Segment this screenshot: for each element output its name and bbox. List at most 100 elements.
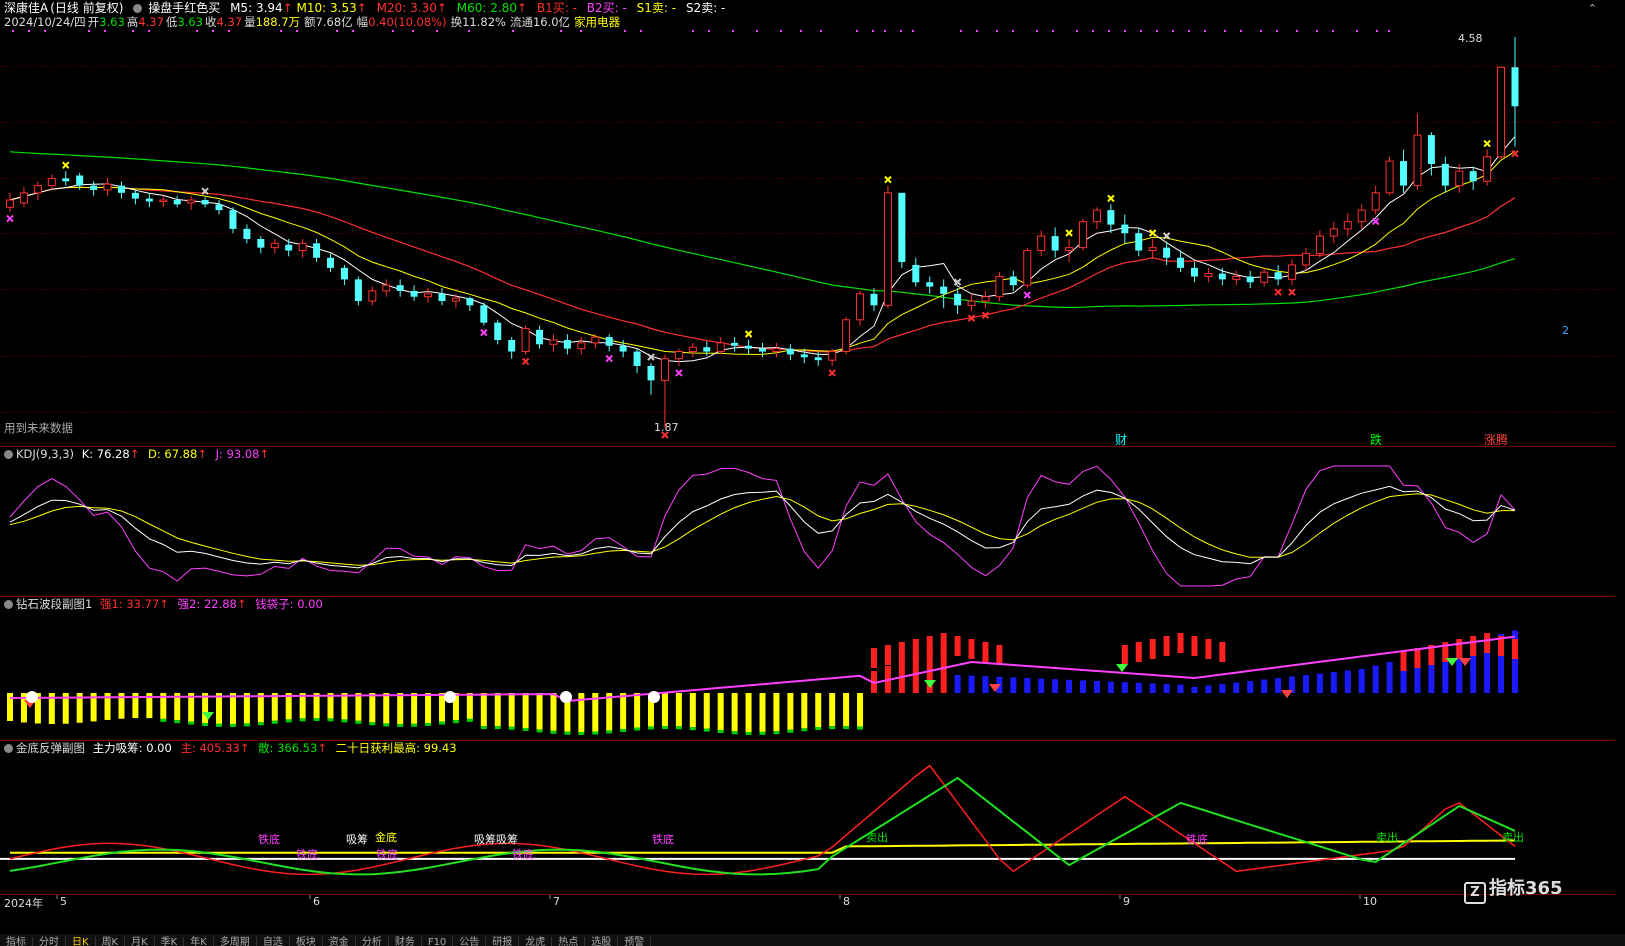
candle [1009, 270, 1017, 291]
retail-line [9, 776, 1516, 876]
candle [731, 337, 739, 352]
candle [354, 276, 362, 306]
bottom-tab-19[interactable]: 预警 [618, 937, 652, 946]
band-bar [216, 693, 223, 724]
signal-x-mark-icon [1107, 194, 1115, 203]
ma60-line [9, 151, 1516, 309]
band-bar [1163, 684, 1170, 693]
band-bar [745, 693, 752, 732]
candle [772, 342, 781, 358]
band-bar [1052, 679, 1059, 693]
bottom-tab-10[interactable]: 资金 [323, 937, 356, 946]
golden-signal-label: 卖出 [1376, 831, 1398, 844]
band-bar [857, 693, 864, 727]
candle [716, 337, 725, 355]
band-bar [271, 693, 278, 721]
candle [870, 288, 878, 312]
candle [1177, 250, 1185, 273]
bottom-tab-0[interactable]: 指标 [0, 937, 33, 946]
low-price-mark: 1.87 [654, 421, 679, 434]
golden-signal-label: 吸筹吸筹 [474, 833, 518, 846]
bottom-tab-6[interactable]: 年K [184, 937, 214, 946]
band-bar [1330, 672, 1337, 693]
band-bar [1080, 680, 1087, 693]
band-bar [1024, 678, 1031, 693]
candle [159, 195, 168, 208]
band-bar [731, 693, 738, 732]
bottom-tab-9[interactable]: 板块 [290, 937, 323, 946]
bottom-tab-17[interactable]: 热点 [552, 937, 586, 946]
band-bar [634, 693, 641, 728]
bottom-tab-4[interactable]: 月K [125, 937, 155, 946]
candle [1343, 213, 1352, 237]
candle [1441, 156, 1449, 193]
candle [521, 325, 530, 355]
band-bar [383, 693, 390, 724]
candle [1204, 267, 1213, 283]
band-bar [243, 693, 250, 724]
candle [1413, 113, 1422, 190]
main-kline-chart[interactable] [0, 0, 1615, 446]
bottom-tab-18[interactable]: 选股 [585, 937, 619, 946]
band-bar [536, 693, 543, 730]
band-bar [815, 693, 822, 728]
bottom-tab-16[interactable]: 龙虎 [519, 937, 553, 946]
golden-signal-label: 吸筹 [346, 833, 368, 846]
candle [1023, 247, 1032, 289]
candle [912, 257, 920, 287]
candle [1329, 221, 1338, 244]
band-bar [411, 693, 418, 724]
golden-bottom-chart[interactable] [0, 740, 1615, 894]
bottom-tab-13[interactable]: F10 [422, 937, 454, 946]
bottom-tab-12[interactable]: 财务 [389, 937, 422, 946]
money-bag-icon [648, 691, 660, 703]
signal-x-mark-icon [1065, 229, 1073, 237]
golden-signal-label: 铁底 [512, 848, 534, 861]
candle [940, 279, 948, 309]
candle [438, 288, 446, 306]
signal-x-mark-icon [675, 369, 683, 377]
bottom-tab-11[interactable]: 分析 [356, 937, 389, 946]
bottom-tab-2[interactable]: 日K [66, 937, 96, 946]
diamond-icon [1281, 690, 1293, 698]
candle [981, 290, 990, 309]
diamond-band-chart[interactable] [0, 596, 1615, 740]
band-bar [982, 676, 989, 693]
profit-line [10, 839, 1516, 854]
bottom-tab-14[interactable]: 公告 [453, 937, 487, 946]
bottom-tab-3[interactable]: 周K [96, 937, 126, 946]
candle [480, 302, 488, 326]
band-bar [1177, 684, 1184, 693]
candle [1385, 156, 1394, 196]
band-bar [1358, 669, 1365, 693]
candle [1400, 149, 1408, 193]
candle [660, 354, 669, 428]
kdj-chart[interactable] [0, 446, 1615, 596]
band-bar [1386, 662, 1393, 693]
signal-x-mark-icon [1148, 229, 1157, 237]
money-bag-icon [444, 691, 456, 703]
high-price-mark: 4.58 [1458, 32, 1483, 45]
candle [257, 236, 265, 254]
candle [396, 279, 404, 297]
watermark-logo: Z 指标365 [1464, 874, 1563, 904]
candle [90, 181, 98, 196]
bottom-tab-8[interactable]: 自选 [257, 937, 290, 946]
candle [1315, 230, 1324, 258]
bottom-tab-7[interactable]: 多周期 [214, 937, 257, 946]
bottom-tab-15[interactable]: 研报 [486, 937, 520, 946]
candle [285, 238, 293, 257]
band-bar [1191, 687, 1198, 693]
golden-signal-label: 铁底 [652, 833, 674, 846]
band-bar [1135, 682, 1142, 693]
candle [1190, 262, 1198, 283]
candle [131, 189, 139, 205]
candle [995, 272, 1004, 302]
candle [340, 264, 348, 286]
signal-x-mark-icon [744, 330, 753, 338]
candle [842, 316, 851, 355]
band-bar [327, 693, 334, 719]
band-bar [355, 693, 362, 721]
bottom-tab-1[interactable]: 分时 [33, 937, 66, 946]
bottom-tab-5[interactable]: 季K [155, 937, 185, 946]
